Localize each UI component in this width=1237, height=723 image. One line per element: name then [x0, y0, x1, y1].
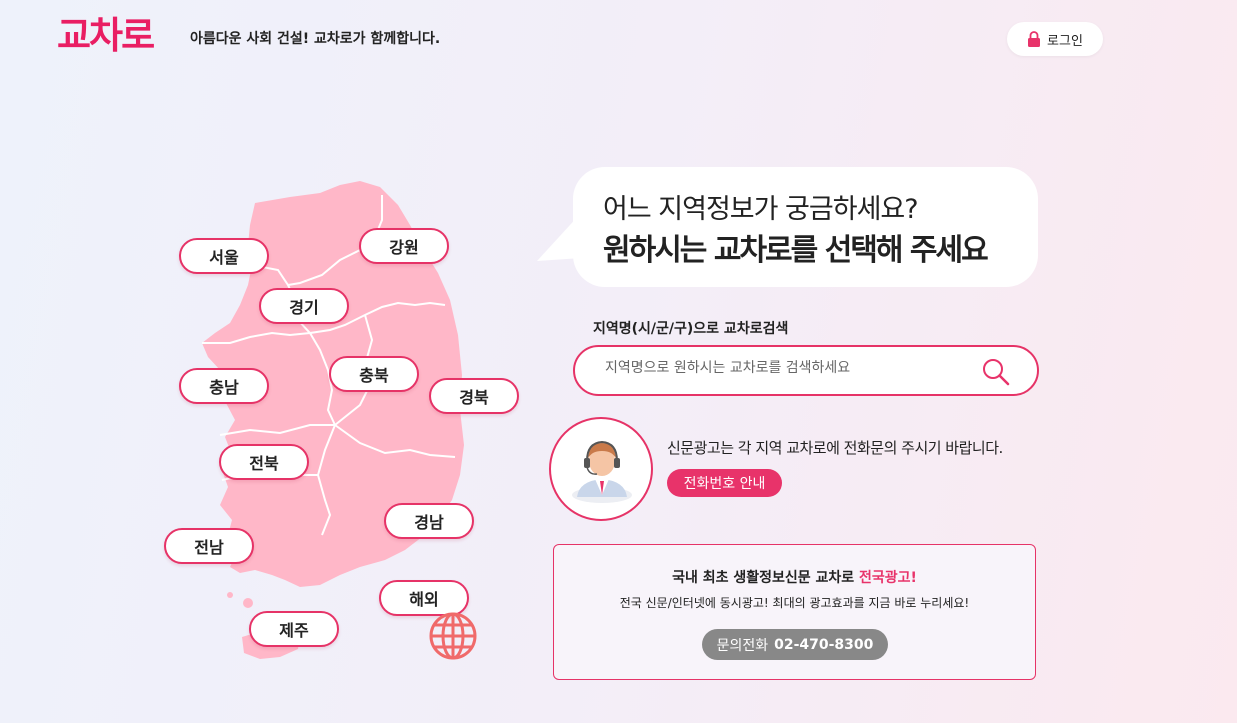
region-pill-jeju[interactable]: 제주 [249, 611, 339, 647]
speech-bubble: 어느 지역정보가 궁금하세요? 원하시는 교차로를 선택해 주세요 [573, 167, 1038, 287]
region-pill-gangwon[interactable]: 강원 [359, 228, 449, 264]
bubble-prompt: 원하시는 교차로를 선택해 주세요 [603, 233, 989, 268]
notice-text: 신문광고는 각 지역 교차로에 전화문의 주시기 바랍니다. [667, 439, 1003, 457]
ad-title-accent: 전국광고! [859, 570, 917, 586]
bubble-question: 어느 지역정보가 궁금하세요? [603, 194, 919, 225]
region-pill-chungbuk[interactable]: 충북 [329, 356, 419, 392]
globe-icon[interactable] [427, 610, 479, 662]
search-label: 지역명(시/군/구)으로 교차로검색 [593, 321, 789, 337]
region-pill-jeonbuk[interactable]: 전북 [219, 444, 309, 480]
header: 교차로 아름다운 사회 건설! 교차로가 함께합니다. 로그인 [0, 0, 1237, 70]
phone-guide-button[interactable]: 전화번호 안내 [667, 469, 782, 497]
lock-icon [1028, 31, 1041, 47]
region-pill-gyeongbuk[interactable]: 경북 [429, 378, 519, 414]
tagline: 아름다운 사회 건설! 교차로가 함께합니다. [190, 31, 441, 47]
ad-subtitle: 전국 신문/인터넷에 동시광고! 최대의 광고효과를 지금 바로 누리세요! [619, 596, 970, 610]
ad-title-prefix: 국내 최초 생활정보신문 교차로 [672, 570, 860, 586]
ad-box: 국내 최초 생활정보신문 교차로 전국광고! 전국 신문/인터넷에 동시광고! … [553, 544, 1036, 680]
logo[interactable]: 교차로 [57, 16, 155, 56]
ad-phone-number: 02-470-8300 [774, 636, 874, 653]
ad-phone-button[interactable]: 문의전화 02-470-8300 [702, 629, 888, 660]
ad-phone-label: 문의전화 [716, 637, 769, 654]
region-pill-gyeonggi[interactable]: 경기 [259, 288, 349, 324]
login-button[interactable]: 로그인 [1007, 22, 1103, 56]
call-center-avatar [549, 417, 653, 521]
headset-agent-icon [572, 440, 632, 503]
login-label: 로그인 [1047, 33, 1083, 49]
search-icon[interactable] [981, 357, 1011, 387]
region-pill-chungnam[interactable]: 충남 [179, 368, 269, 404]
search-input[interactable] [605, 360, 965, 376]
ad-title: 국내 최초 생활정보신문 교차로 전국광고! [554, 567, 1035, 587]
region-pill-gyeongnam[interactable]: 경남 [384, 503, 474, 539]
region-pill-seoul[interactable]: 서울 [179, 238, 269, 274]
region-pill-jeonnam[interactable]: 전남 [164, 528, 254, 564]
search-box [573, 345, 1039, 396]
